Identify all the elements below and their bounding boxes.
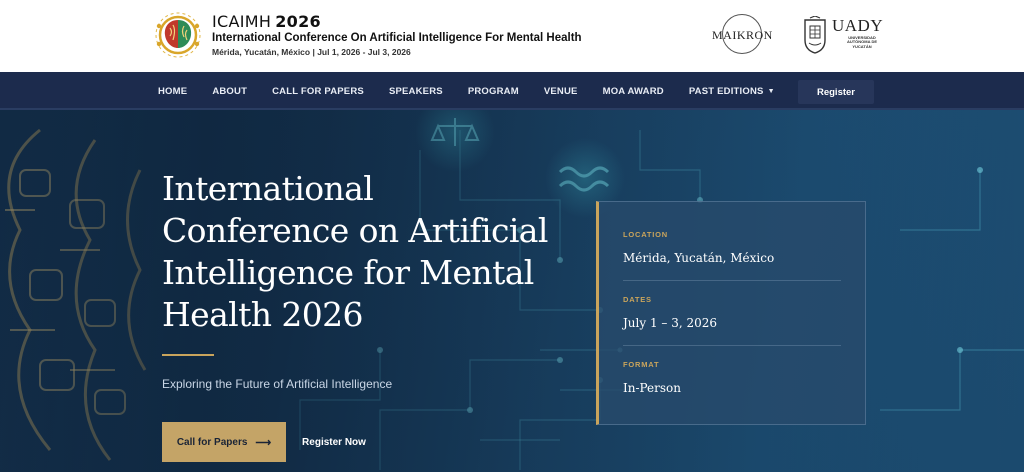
nav-item-program[interactable]: PROGRAM — [468, 86, 519, 97]
info-format: FORMAT In-Person — [623, 360, 841, 395]
nav-item-past-editions-label: PAST EDITIONS — [688, 85, 764, 97]
hero-tagline: Exploring the Future of Artificial Intel… — [162, 377, 393, 391]
maikron-logo[interactable]: MAIKRON — [712, 14, 772, 56]
info-dates-label: DATES — [623, 295, 652, 304]
nav-item-home[interactable]: HOME — [158, 86, 187, 97]
brand-location-dates: Mérida, Yucatán, México | Jul 1, 2026 - … — [212, 46, 411, 57]
info-location-label: LOCATION — [623, 230, 669, 239]
nav-item-call-for-papers[interactable]: CALL FOR PAPERS — [272, 86, 364, 97]
hero-divider — [162, 354, 214, 356]
nav-item-moa-award[interactable]: MOA AWARD — [603, 86, 664, 97]
info-dates: DATES July 1 – 3, 2026 — [623, 295, 841, 330]
brand-title: ICAIMH 2026 — [212, 12, 321, 31]
hero-title: International Conference on Artificial I… — [162, 169, 548, 334]
main-nav: HOME ABOUT CALL FOR PAPERS SPEAKERS PROG… — [0, 72, 1024, 110]
caret-down-icon: ▼ — [767, 87, 775, 95]
register-now-button[interactable]: Register Now — [296, 422, 372, 462]
nav-item-about[interactable]: ABOUT — [212, 86, 247, 97]
nav-item-speakers[interactable]: SPEAKERS — [389, 86, 443, 97]
nav-register-button[interactable]: Register — [798, 80, 874, 104]
uady-subtitle: UNIVERSIDAD AUTÓNOMA DE YUCATÁN — [846, 35, 878, 49]
info-location-value: Mérida, Yucatán, México — [623, 251, 775, 265]
event-info-card: LOCATION Mérida, Yucatán, México DATES J… — [596, 201, 866, 425]
site-header: ICAIMH 2026 International Conference On A… — [0, 0, 1024, 72]
call-for-papers-button[interactable]: Call for Papers ⟶ — [162, 422, 286, 462]
nav-list: HOME ABOUT CALL FOR PAPERS SPEAKERS PROG… — [158, 72, 800, 110]
arrow-right-icon: ⟶ — [255, 436, 272, 449]
nav-item-past-editions[interactable]: PAST EDITIONS ▼ — [689, 86, 775, 97]
uady-wordmark: UADY — [832, 16, 884, 35]
info-divider — [623, 345, 841, 346]
info-format-label: FORMAT — [623, 360, 660, 369]
maikron-wordmark: MAIKRON — [712, 28, 773, 42]
uady-logo[interactable]: UADY UNIVERSIDAD AUTÓNOMA DE YUCATÁN — [802, 14, 884, 58]
icaimh-logo-icon[interactable] — [153, 10, 203, 60]
nav-item-venue[interactable]: VENUE — [544, 86, 578, 97]
info-dates-value: July 1 – 3, 2026 — [623, 316, 718, 330]
info-location: LOCATION Mérida, Yucatán, México — [623, 230, 841, 265]
hero-section: International Conference on Artificial I… — [0, 110, 1024, 472]
brand-block[interactable]: ICAIMH 2026 International Conference On A… — [212, 14, 582, 56]
call-for-papers-label: Call for Papers — [176, 436, 248, 448]
uady-seal-icon — [804, 16, 826, 54]
info-divider — [623, 280, 841, 281]
info-format-value: In-Person — [623, 381, 682, 395]
brand-fullname: International Conference On Artificial I… — [212, 32, 582, 44]
